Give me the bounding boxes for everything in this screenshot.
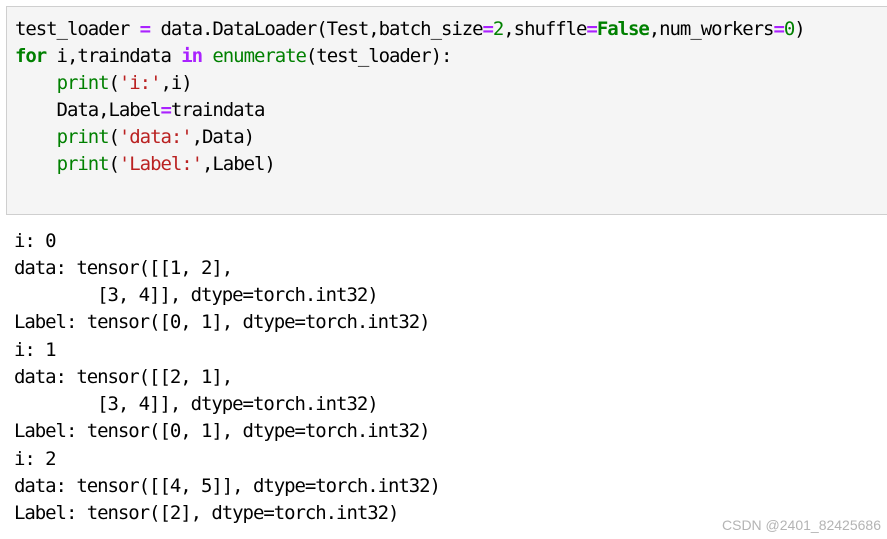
operator-token: = [482,18,494,40]
code-line[interactable]: print('Label:',Label) [15,151,276,178]
number-token: 2 [492,18,504,40]
builtin-token: print [56,126,110,148]
output-line: i: 2 [14,448,57,470]
code-input-cell[interactable]: test_loader = data.DataLoader(Test,batch… [6,6,887,215]
code-text: ) [794,18,805,40]
keyword-token: for [15,45,47,67]
string-token: 'i:' [118,72,162,94]
builtin-token: enumerate [212,45,307,67]
code-text: ,i) [160,72,192,94]
code-line[interactable]: test_loader = data.DataLoader(Test,batch… [15,16,806,43]
output-line: data: tensor([[2, 1], [14,366,233,388]
code-text: Data,Label [15,99,162,121]
output-line: Label: tensor([2], dtype=torch.int32) [14,502,399,524]
code-text: traindata [170,99,266,121]
operator-token: = [773,18,784,40]
output-line: Label: tensor([0, 1], dtype=torch.int32) [14,420,431,442]
output-line: i: 0 [14,230,57,252]
operator-token: = [160,99,171,121]
code-line[interactable]: Data,Label=traindata [15,97,266,124]
code-text: ,Label) [202,153,276,175]
code-text: ,shuffle [503,18,587,40]
code-text: data.DataLoader(Test,batch_size [150,18,483,40]
code-text: i,traindata [46,45,182,67]
output-line: data: tensor([[1, 2], [14,257,233,279]
output-line: Label: tensor([0, 1], dtype=torch.int32) [14,311,431,333]
output-line: [3, 4]], dtype=torch.int32) [14,284,379,306]
keyword-token: False [596,18,650,40]
string-token: 'data:' [118,126,193,148]
operator-token: = [139,18,151,40]
code-text: (test_loader): [305,45,453,67]
code-text: test_loader [15,18,140,40]
output-line: data: tensor([[4, 5]], dtype=torch.int32… [14,475,441,497]
code-text: ( [108,153,120,175]
output-line: i: 1 [14,339,57,361]
code-text: ,Data) [191,126,255,148]
operator-token: = [586,18,597,40]
code-text: ( [108,72,120,94]
number-token: 0 [783,18,795,40]
code-line[interactable]: for i,traindata in enumerate(test_loader… [15,43,453,70]
operator-token: in [181,45,203,67]
output-line: [3, 4]], dtype=torch.int32) [14,393,379,415]
code-text: ( [108,126,120,148]
string-token: 'Label:' [118,153,203,175]
code-line[interactable]: print('i:',i) [15,70,193,97]
builtin-token: print [56,153,110,175]
watermark: CSDN @2401_82425686 [722,517,881,533]
code-text: ,num_workers [648,18,775,40]
code-line[interactable]: print('data:',Data) [15,124,255,151]
builtin-token: print [56,72,110,94]
